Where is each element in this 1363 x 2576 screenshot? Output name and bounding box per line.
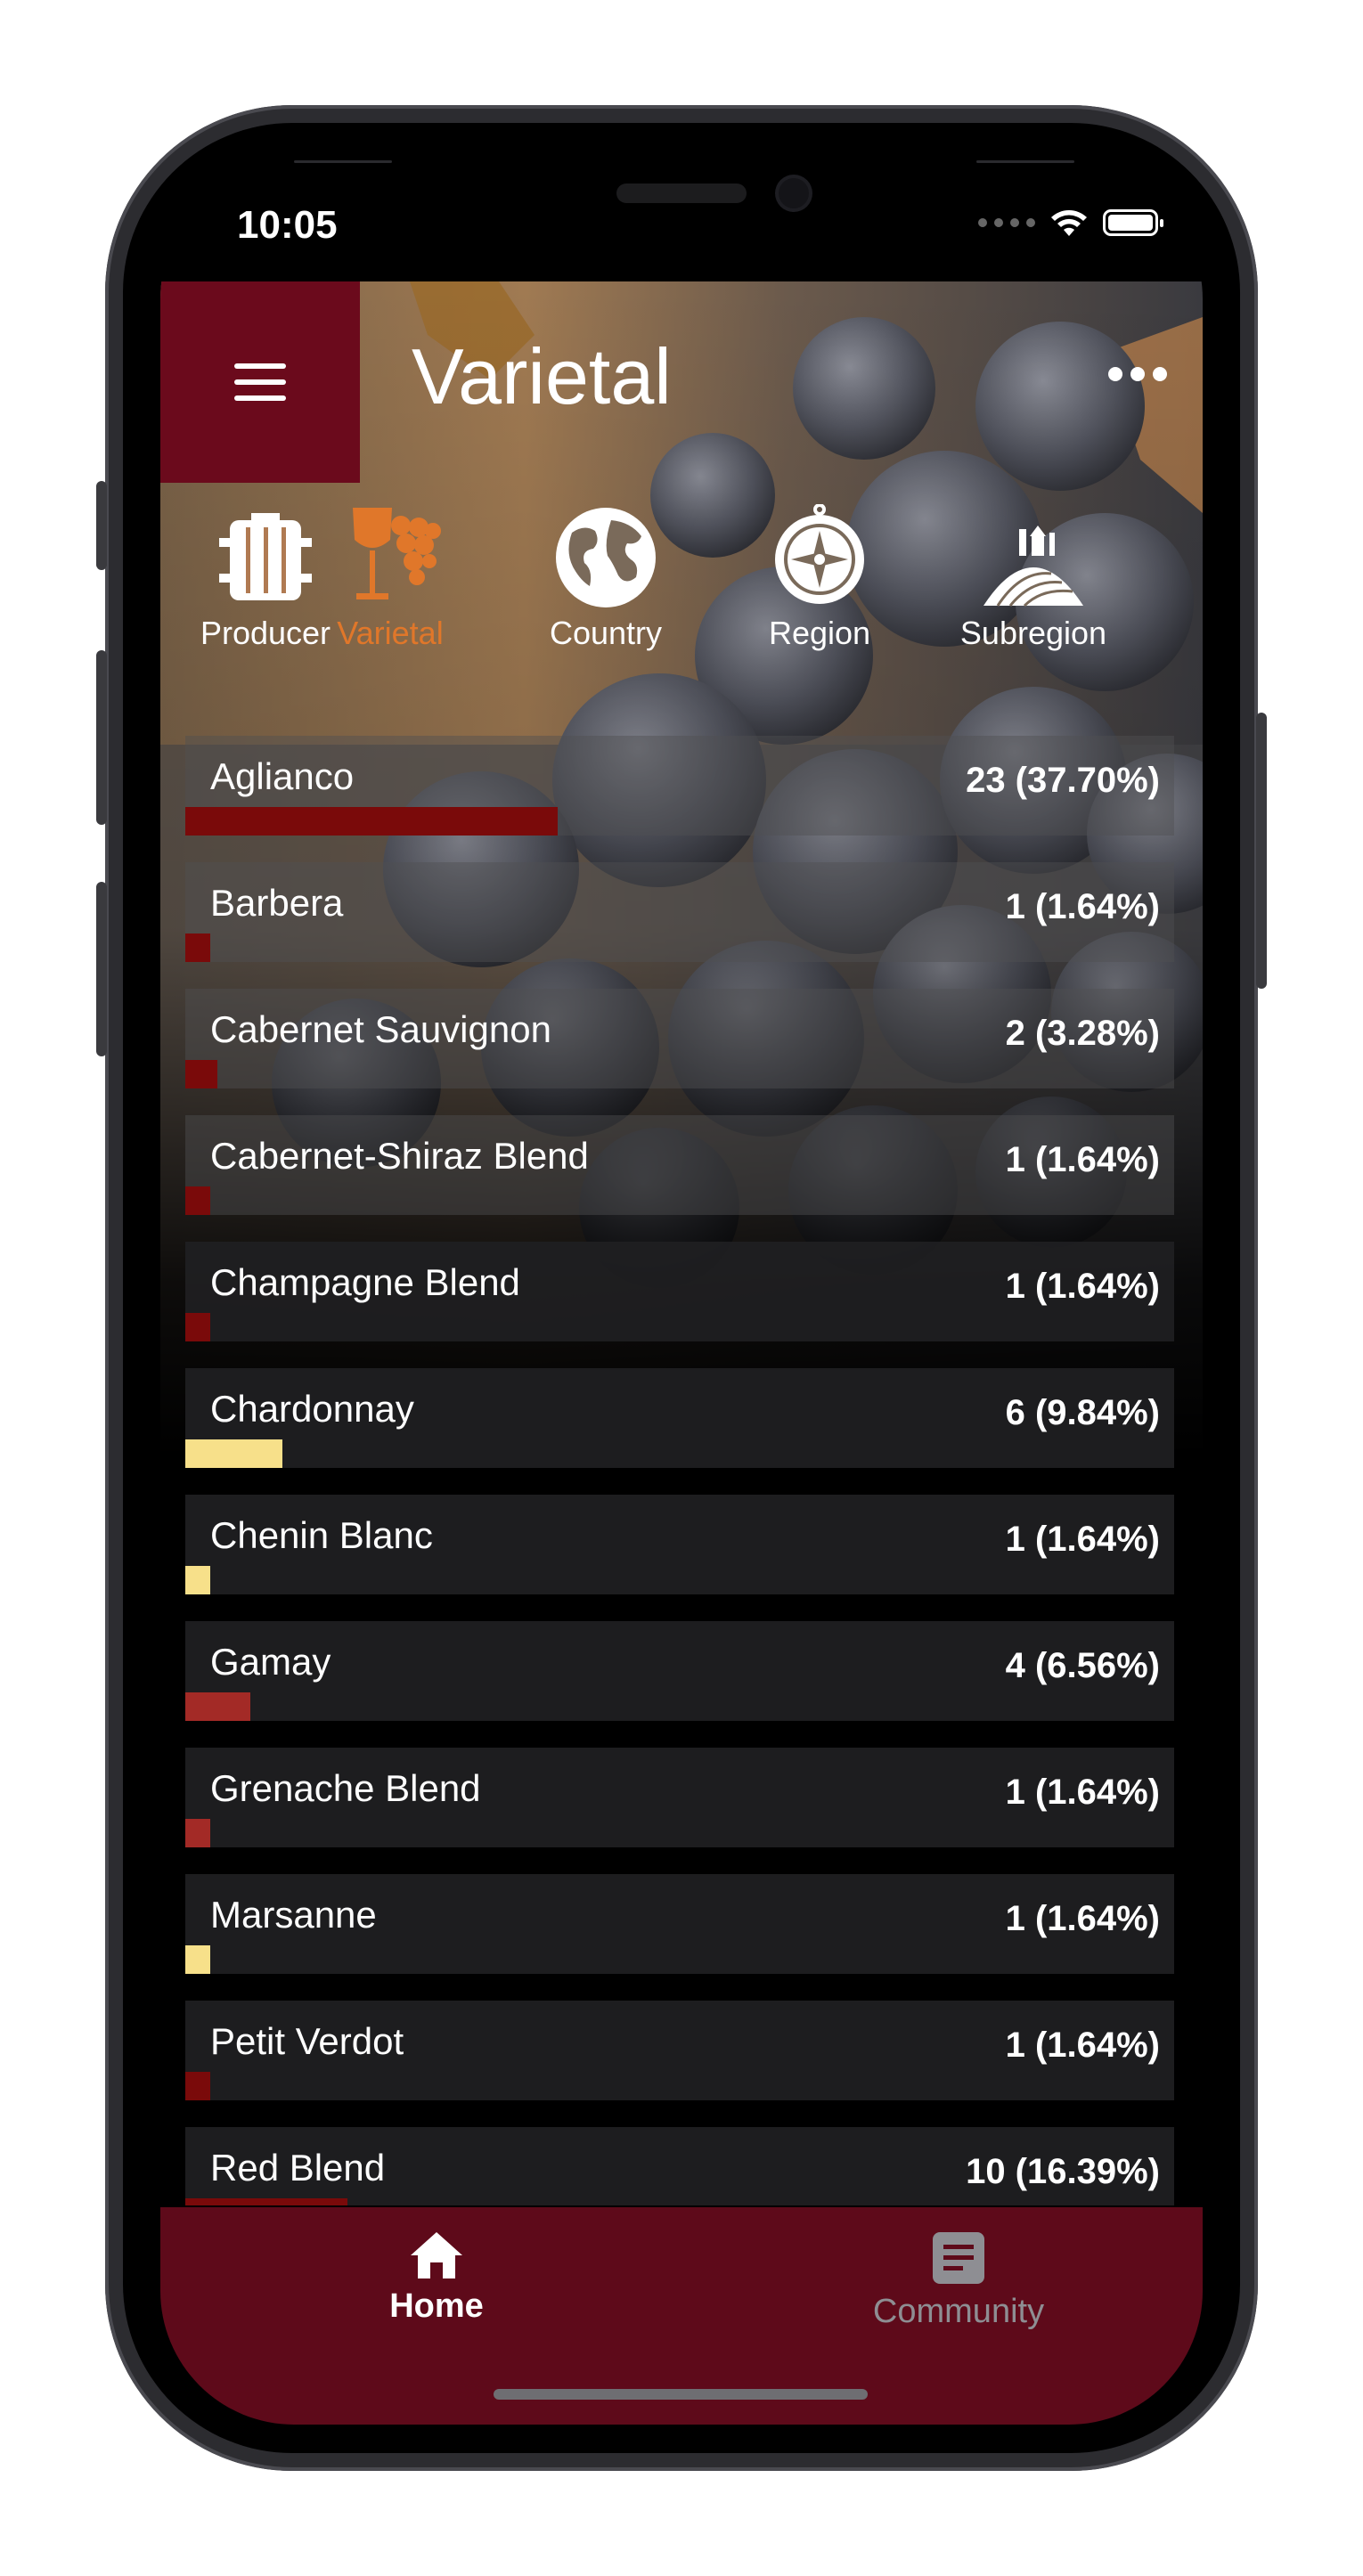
varietal-share-bar xyxy=(185,1692,250,1721)
varietal-name: Chardonnay xyxy=(210,1388,414,1430)
compass-icon xyxy=(775,504,864,604)
nav-home-label: Home xyxy=(389,2287,484,2325)
page-title: Varietal xyxy=(412,332,672,420)
status-time: 10:05 xyxy=(237,203,338,247)
varietal-name: Gamay xyxy=(210,1641,331,1683)
more-dots-icon xyxy=(1108,367,1122,381)
varietal-name: Chenin Blanc xyxy=(210,1514,433,1556)
varietal-name: Champagne Blend xyxy=(210,1261,520,1303)
varietal-share-bar xyxy=(185,1945,210,1974)
varietal-count: 10 (16.39%) xyxy=(966,2152,1160,2191)
category-tabs: Producer Varietal Country Region Subregi… xyxy=(160,504,1203,656)
status-bar: 10:05 xyxy=(160,166,1203,281)
list-item[interactable]: Cabernet-Shiraz Blend 1 (1.64%) xyxy=(185,1115,1174,1215)
nav-community[interactable]: Community xyxy=(825,2230,1092,2346)
varietal-count: 1 (1.64%) xyxy=(1005,1520,1160,1559)
varietal-share-bar xyxy=(185,2198,347,2205)
list-item[interactable]: Chardonnay 6 (9.84%) xyxy=(185,1368,1174,1468)
front-camera xyxy=(779,178,809,208)
tab-region-label: Region xyxy=(768,615,871,651)
list-item[interactable]: Barbera 1 (1.64%) xyxy=(185,862,1174,962)
varietal-count: 23 (37.70%) xyxy=(966,761,1160,800)
home-icon xyxy=(411,2232,462,2278)
battery-icon xyxy=(1103,209,1163,236)
varietal-name: Grenache Blend xyxy=(210,1767,481,1809)
tab-subregion-label: Subregion xyxy=(959,615,1107,651)
varietal-name: Cabernet Sauvignon xyxy=(210,1008,551,1050)
list-item[interactable]: Petit Verdot 1 (1.64%) xyxy=(185,2001,1174,2100)
varietal-count: 2 (3.28%) xyxy=(1005,1014,1160,1053)
tab-country-label: Country xyxy=(549,615,663,651)
cellular-signal-icon xyxy=(978,218,1035,227)
varietal-share-bar xyxy=(185,1819,210,1847)
varietal-share-bar xyxy=(185,1060,217,1088)
menu-button[interactable] xyxy=(160,281,360,483)
varietal-count: 1 (1.64%) xyxy=(1005,2026,1160,2065)
list-item[interactable]: Grenache Blend 1 (1.64%) xyxy=(185,1748,1174,1847)
list-item[interactable]: Red Blend 10 (16.39%) xyxy=(185,2127,1174,2205)
varietal-share-bar xyxy=(185,1566,210,1594)
varietal-share-bar xyxy=(185,807,558,836)
tab-country[interactable]: Country xyxy=(517,504,695,656)
home-indicator[interactable] xyxy=(494,2389,868,2400)
tab-region[interactable]: Region xyxy=(730,504,909,656)
varietal-count: 1 (1.64%) xyxy=(1005,1773,1160,1812)
varietal-count: 6 (9.84%) xyxy=(1005,1393,1160,1432)
tab-varietal-label: Varietal xyxy=(337,615,444,651)
globe-icon xyxy=(556,508,656,607)
grapes-glass-icon xyxy=(353,508,441,599)
varietal-share-bar xyxy=(185,1186,210,1215)
hamburger-icon xyxy=(234,363,286,401)
varietal-name: Red Blend xyxy=(210,2147,386,2189)
list-item[interactable]: Marsanne 1 (1.64%) xyxy=(185,1874,1174,1974)
more-options-button[interactable] xyxy=(1108,367,1167,381)
tab-subregion[interactable]: Subregion xyxy=(944,504,1122,656)
varietal-share-bar xyxy=(185,2072,210,2100)
silent-switch xyxy=(96,481,107,570)
varietal-count: 1 (1.64%) xyxy=(1005,887,1160,926)
varietal-name: Petit Verdot xyxy=(210,2020,404,2062)
wifi-icon xyxy=(1051,210,1087,236)
varietal-name: Barbera xyxy=(210,882,344,924)
list-item[interactable]: Gamay 4 (6.56%) xyxy=(185,1621,1174,1721)
top-edge-line-left xyxy=(294,160,392,163)
power-button xyxy=(1256,713,1267,989)
vineyard-icon xyxy=(983,526,1083,607)
screen: 10:05 Varietal Producer Varietal Country… xyxy=(160,166,1203,2425)
varietal-name: Aglianco xyxy=(210,755,355,797)
top-edge-line-right xyxy=(976,160,1074,163)
varietal-share-bar xyxy=(185,1313,210,1341)
varietal-share-bar xyxy=(185,933,210,962)
varietal-count: 1 (1.64%) xyxy=(1005,1267,1160,1306)
varietal-count: 4 (6.56%) xyxy=(1005,1646,1160,1685)
list-item[interactable]: Aglianco 23 (37.70%) xyxy=(185,736,1174,836)
volume-up-button xyxy=(96,650,107,825)
list-item[interactable]: Cabernet Sauvignon 2 (3.28%) xyxy=(185,989,1174,1088)
list-item[interactable]: Champagne Blend 1 (1.64%) xyxy=(185,1242,1174,1341)
varietal-name: Cabernet-Shiraz Blend xyxy=(210,1135,589,1177)
list-item[interactable]: Chenin Blanc 1 (1.64%) xyxy=(185,1495,1174,1594)
tab-varietal[interactable]: Varietal xyxy=(301,504,479,656)
varietal-count: 1 (1.64%) xyxy=(1005,1899,1160,1938)
nav-home[interactable]: Home xyxy=(303,2230,570,2346)
varietal-count: 1 (1.64%) xyxy=(1005,1140,1160,1179)
nav-community-label: Community xyxy=(872,2293,1045,2330)
status-icons xyxy=(978,205,1163,240)
document-icon xyxy=(933,2232,984,2284)
earpiece-speaker xyxy=(616,183,747,203)
varietal-share-bar xyxy=(185,1439,282,1468)
varietal-name: Marsanne xyxy=(210,1894,377,1936)
varietal-list: Aglianco 23 (37.70%) Barbera 1 (1.64%) C… xyxy=(185,736,1174,2205)
volume-down-button xyxy=(96,882,107,1056)
